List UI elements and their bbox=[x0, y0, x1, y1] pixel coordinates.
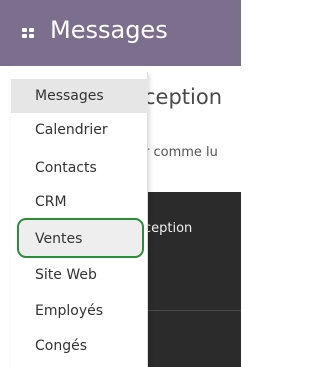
menu-item-messages[interactable]: Messages bbox=[11, 79, 148, 113]
menu-item-conges[interactable]: Congés bbox=[11, 329, 148, 363]
app-title: Messages bbox=[50, 16, 168, 44]
menu-item-label: Contacts bbox=[35, 160, 97, 176]
row-divider bbox=[141, 310, 241, 311]
menu-item-employes[interactable]: Employés bbox=[11, 294, 148, 328]
menu-item-label: Ventes bbox=[35, 231, 83, 247]
menu-item-crm[interactable]: CRM bbox=[11, 185, 148, 219]
menu-item-label: Site Web bbox=[35, 267, 97, 283]
menu-item-label: Calendrier bbox=[35, 122, 108, 138]
menu-item-contacts[interactable]: Contacts bbox=[11, 151, 148, 185]
menu-item-site-web[interactable]: Site Web bbox=[11, 258, 148, 292]
app-root: Messages ception r comme lu ception Mess… bbox=[0, 0, 241, 367]
menu-item-label: Messages bbox=[35, 88, 104, 104]
menu-item-calendrier[interactable]: Calendrier bbox=[11, 113, 148, 147]
top-navbar: Messages bbox=[0, 0, 241, 66]
apps-grid-icon[interactable] bbox=[22, 28, 34, 38]
page-heading: ception bbox=[144, 85, 223, 109]
dark-list-panel bbox=[141, 192, 241, 367]
apps-dropdown-menu: Messages Calendrier Contacts CRM Ventes … bbox=[11, 72, 148, 367]
menu-item-label: Employés bbox=[35, 303, 104, 319]
menu-item-label: CRM bbox=[35, 194, 67, 210]
menu-item-label: Congés bbox=[35, 338, 88, 354]
menu-item-ventes[interactable]: Ventes bbox=[11, 222, 148, 256]
dark-list-row-text[interactable]: ception bbox=[144, 221, 192, 236]
page-subtext: r comme lu bbox=[144, 145, 218, 160]
